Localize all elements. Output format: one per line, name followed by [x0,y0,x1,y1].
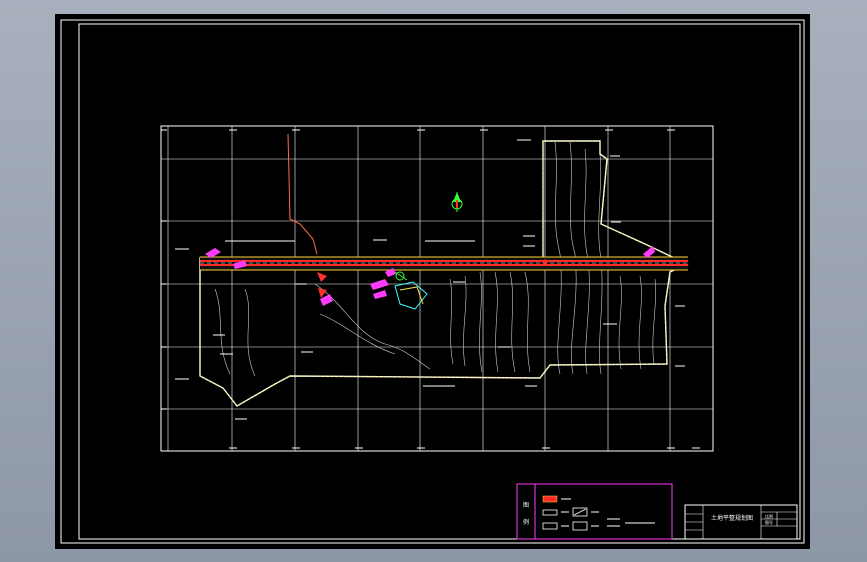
north-arrow-icon [451,192,463,212]
cad-drawing: 图 例 土地平整规划图 比例 图号 [60,19,805,544]
drawing-sheet: 图 例 土地平整规划图 比例 图号 [55,14,810,549]
annotation-markers [205,246,655,306]
title-block: 土地平整规划图 比例 图号 [684,504,798,540]
pond-outline [394,281,428,310]
cad-viewport[interactable]: 图 例 土地平整规划图 比例 图号 [0,0,867,562]
grid-tick-marks [161,129,700,449]
road-legend-icon [542,495,558,503]
site-boundary-dots [199,140,689,407]
outer-frame [60,19,805,544]
pond-edge [399,286,424,305]
legend-title-top: 图 [523,502,529,509]
legend-title-bottom: 例 [523,518,529,526]
line-legend-icon [542,509,558,516]
sheet-label: 图号 [765,519,773,525]
scale-label: 比例 [765,513,773,519]
drawing-name: 土地平整规划图 [711,514,753,522]
main-road [200,256,688,271]
legend: 图 例 [516,483,673,540]
slope-legend-icon [572,507,588,517]
inner-frame [78,23,801,540]
site-boundary [199,140,689,407]
canal-line [287,133,318,255]
